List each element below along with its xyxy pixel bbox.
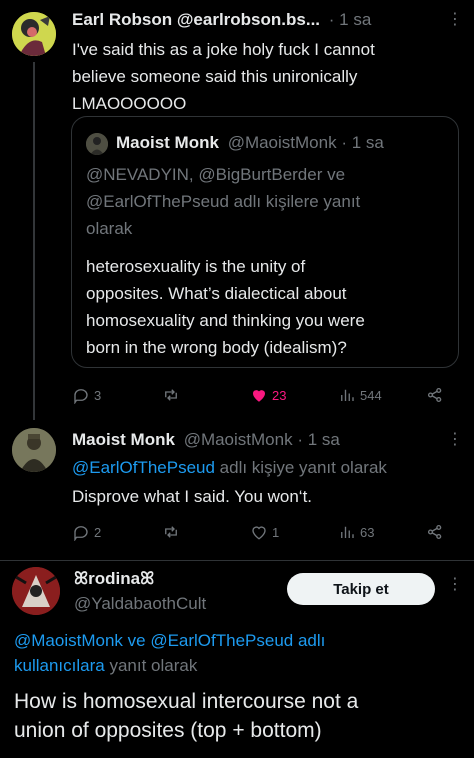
avatar[interactable] (12, 428, 56, 472)
share-icon (427, 524, 442, 540)
share-button[interactable] (426, 386, 444, 404)
tweet-2[interactable]: Maoist Monk @MaoistMonk · 1 sa ⋮ @EarlOf… (0, 420, 474, 560)
follow-button[interactable]: Takip et (287, 573, 435, 605)
views-button[interactable]: 544 (338, 386, 382, 404)
reply-context: adlı kişiye yanıt olarak (214, 458, 387, 477)
repost-icon (165, 526, 177, 538)
repost-button[interactable] (162, 523, 180, 541)
quote-tweet[interactable]: Maoist Monk @MaoistMonk · 1 sa @NEVADYIN… (71, 116, 459, 368)
author-name[interactable]: Earl Robson @earlrobson.bs... (72, 10, 320, 29)
thread-line (33, 62, 35, 420)
tweet-text-line: LMAOOOOOO (72, 94, 187, 113)
author-handle[interactable]: @MaoistMonk (184, 430, 293, 449)
share-button[interactable] (426, 523, 444, 541)
quote-reply-handle: @EarlOfThePseud (86, 192, 229, 211)
tweet-1[interactable]: Earl Robson @earlrobson.bs... · 1 sa ⋮ I… (0, 0, 474, 420)
reply-icon (74, 389, 88, 404)
reply-count: 2 (94, 524, 102, 540)
heart-filled-icon (253, 390, 265, 402)
quote-reply-context: olarak (86, 219, 133, 238)
reply-context: yanıt olarak (104, 656, 198, 675)
like-button[interactable]: 23 (250, 386, 286, 404)
views-button[interactable]: 63 (338, 523, 374, 541)
quote-author-handle: @MaoistMonk (227, 133, 337, 152)
repost-icon (165, 389, 177, 401)
quote-text-line: homosexuality and thinking you were (86, 311, 365, 330)
quote-author-name: Maoist Monk (116, 133, 219, 152)
repost-button[interactable] (162, 386, 180, 404)
timestamp[interactable]: 1 sa (308, 430, 340, 449)
avatar-image-icon (12, 567, 60, 615)
author-handle[interactable]: @YaldabaothCult (74, 594, 206, 614)
more-options-icon[interactable]: ⋮ (447, 432, 463, 448)
heart-icon (252, 526, 266, 540)
separator-dot: · (297, 430, 303, 449)
quote-avatar-image-icon (86, 133, 108, 155)
reply-to-handle[interactable]: kullanıcılara (14, 656, 105, 675)
view-count: 63 (360, 524, 375, 540)
quote-text-line: heterosexuality is the unity of (86, 257, 306, 276)
separator-dot: · (341, 133, 347, 152)
author-name[interactable]: Maoist Monk (72, 430, 175, 449)
avatar-image-icon (12, 428, 56, 472)
quote-reply-context: @NEVADYIN, @BigBurtBerder ve (86, 165, 346, 184)
quote-timestamp: 1 sa (351, 133, 384, 152)
quote-avatar (86, 133, 108, 155)
reply-button[interactable]: 3 (72, 386, 101, 404)
reply-to-handle[interactable]: @MaoistMonk (14, 631, 123, 650)
tweet-text: Disprove what I said. You won‘t. (72, 487, 313, 506)
quote-text-line: born in the wrong body (idealism)? (86, 338, 347, 357)
like-count: 23 (272, 387, 287, 403)
author-name[interactable]: ꕤrodinaꕤ (74, 569, 154, 589)
like-button[interactable]: 1 (250, 523, 279, 541)
view-count: 544 (360, 387, 382, 403)
separator-dot: · (328, 10, 335, 29)
reply-count: 3 (94, 387, 102, 403)
tweet-3[interactable]: ꕤrodinaꕤ @YaldabaothCult Takip et ⋮ @Mao… (0, 561, 474, 758)
reply-to-handle[interactable]: @EarlOfThePseud (72, 458, 215, 477)
reply-context: ve (122, 631, 151, 650)
views-icon (341, 389, 354, 401)
tweet-text-line: believe someone said this unironically (72, 67, 358, 86)
quote-text-line: opposites. What’s dialectical about (86, 284, 347, 303)
timestamp[interactable]: 1 sa (339, 10, 371, 29)
avatar[interactable] (12, 567, 60, 615)
more-options-icon[interactable]: ⋮ (447, 577, 463, 593)
tweet-text-line: How is homosexual intercourse not a (14, 690, 359, 713)
like-count: 1 (272, 524, 280, 540)
tweet-text-line: union of opposites (top + bottom) (14, 719, 322, 742)
follow-button-label: Takip et (333, 580, 389, 598)
avatar-image-icon (12, 12, 56, 56)
avatar[interactable] (12, 12, 56, 56)
quote-reply-context: adlı kişilere yanıt (228, 192, 361, 211)
reply-icon (74, 526, 88, 541)
share-icon (427, 387, 442, 403)
views-icon (341, 526, 354, 538)
reply-to-handle[interactable]: @EarlOfThePseud adlı (150, 631, 325, 650)
more-options-icon[interactable]: ⋮ (447, 12, 463, 28)
reply-button[interactable]: 2 (72, 523, 101, 541)
tweet-text-line: I've said this as a joke holy fuck I can… (72, 40, 375, 59)
